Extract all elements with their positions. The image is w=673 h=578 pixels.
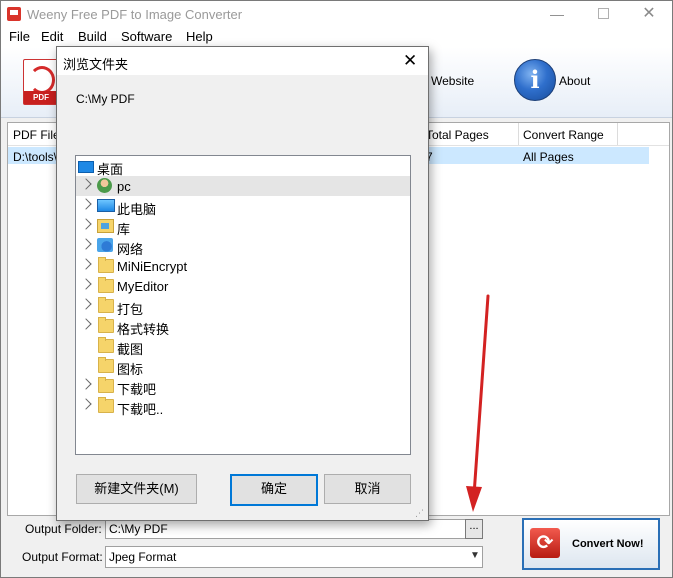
- cell-range: All Pages: [523, 150, 574, 164]
- app-icon: [7, 7, 21, 21]
- column-separator[interactable]: [518, 123, 519, 145]
- output-format-label: Output Format:: [22, 550, 103, 564]
- tree-item-folder[interactable]: MyEditor: [76, 276, 410, 296]
- computer-icon: [97, 199, 115, 212]
- column-total-pages[interactable]: Total Pages: [426, 128, 489, 142]
- close-button[interactable]: ✕: [626, 1, 672, 27]
- menu-edit[interactable]: Edit: [41, 29, 63, 44]
- folder-icon: [98, 277, 114, 293]
- tree-item-folder[interactable]: 截图: [76, 336, 410, 357]
- tree-item-this-pc[interactable]: 此电脑: [76, 196, 410, 217]
- title-bar: Weeny Free PDF to Image Converter — ✕: [1, 1, 672, 27]
- chevron-down-icon: ▼: [470, 550, 480, 561]
- cell-file: D:\tools\: [13, 150, 58, 164]
- tree-item-folder[interactable]: MiNiEncrypt: [76, 256, 410, 276]
- menu-bar: File Edit Build Software Help: [1, 27, 672, 47]
- chevron-right-icon[interactable]: [80, 258, 92, 270]
- cancel-button[interactable]: 取消: [324, 474, 411, 504]
- browse-folder-button[interactable]: ...: [465, 519, 483, 539]
- menu-file[interactable]: File: [9, 29, 30, 44]
- tree-item-folder[interactable]: 下载吧: [76, 376, 410, 397]
- desktop-icon: [78, 161, 94, 173]
- dialog-close-button[interactable]: ✕: [403, 51, 417, 71]
- menu-help[interactable]: Help: [186, 29, 213, 44]
- convert-label: Convert Now!: [572, 538, 644, 550]
- about-button[interactable]: About: [559, 74, 590, 88]
- tree-item-desktop[interactable]: 桌面: [76, 156, 410, 177]
- tree-item-folder[interactable]: 图标: [76, 356, 410, 377]
- resize-grip-icon[interactable]: ⋰: [415, 508, 425, 518]
- output-folder-input[interactable]: C:\My PDF: [105, 519, 467, 539]
- column-separator[interactable]: [617, 123, 618, 145]
- maximize-button[interactable]: [580, 1, 626, 27]
- arrow-shaft: [472, 294, 490, 497]
- folder-icon: [98, 317, 114, 333]
- chevron-right-icon[interactable]: [80, 398, 92, 410]
- arrow-head: [466, 486, 482, 512]
- library-icon: [97, 219, 114, 233]
- output-format-select[interactable]: Jpeg Format ▼: [105, 546, 483, 568]
- chevron-right-icon[interactable]: [80, 278, 92, 290]
- minimize-button[interactable]: —: [534, 1, 580, 27]
- browse-folder-dialog: 浏览文件夹 ✕ C:\My PDF 桌面 pc 此电脑 库 网络 MiNiEnc…: [56, 46, 429, 521]
- add-pdf-icon[interactable]: PDF: [23, 59, 59, 105]
- folder-icon: [98, 357, 114, 373]
- tree-item-label: MiNiEncrypt: [117, 259, 188, 274]
- folder-icon: [98, 257, 114, 273]
- tree-item-label: 下载吧..: [117, 402, 164, 417]
- chevron-right-icon[interactable]: [80, 178, 92, 190]
- tree-item-pc[interactable]: pc: [76, 176, 410, 196]
- tree-item-network[interactable]: 网络: [76, 236, 410, 257]
- folder-icon: [98, 377, 114, 393]
- user-icon: [97, 178, 112, 193]
- chevron-right-icon[interactable]: [80, 318, 92, 330]
- tree-item-label: MyEditor: [117, 279, 169, 294]
- annotation-arrow: [466, 294, 490, 512]
- menu-software[interactable]: Software: [121, 29, 172, 44]
- network-icon: [97, 238, 113, 252]
- info-glyph: i: [530, 65, 540, 94]
- chevron-right-icon[interactable]: [80, 218, 92, 230]
- menu-build[interactable]: Build: [78, 29, 107, 44]
- selected-path: C:\My PDF: [76, 92, 135, 106]
- chevron-right-icon[interactable]: [80, 198, 92, 210]
- folder-icon: [98, 337, 114, 353]
- column-convert-range[interactable]: Convert Range: [523, 128, 604, 142]
- chevron-right-icon[interactable]: [80, 378, 92, 390]
- convert-icon: ⟳: [530, 528, 560, 558]
- website-button[interactable]: Website: [431, 74, 474, 88]
- tree-item-folder[interactable]: 格式转换: [76, 316, 410, 337]
- about-icon[interactable]: i: [514, 59, 556, 101]
- dialog-title: 浏览文件夹: [63, 57, 129, 72]
- output-folder-value: C:\My PDF: [109, 522, 168, 536]
- pdf-icon-label: PDF: [24, 91, 58, 104]
- chevron-right-icon[interactable]: [80, 238, 92, 250]
- folder-tree[interactable]: 桌面 pc 此电脑 库 网络 MiNiEncrypt MyEditor 打包 格…: [75, 155, 411, 455]
- tree-item-label: pc: [117, 179, 131, 194]
- output-folder-label: Output Folder:: [25, 522, 102, 536]
- maximize-icon: [597, 8, 609, 20]
- new-folder-button[interactable]: 新建文件夹(M): [76, 474, 197, 504]
- convert-now-button[interactable]: ⟳ Convert Now!: [522, 518, 660, 570]
- dialog-title-bar: 浏览文件夹 ✕: [57, 47, 428, 75]
- tree-item-folder[interactable]: 打包: [76, 296, 410, 317]
- folder-icon: [98, 397, 114, 413]
- tree-item-folder[interactable]: 下载吧..: [76, 396, 410, 417]
- folder-icon: [98, 297, 114, 313]
- ok-button[interactable]: 确定: [230, 474, 318, 506]
- tree-item-library[interactable]: 库: [76, 216, 410, 237]
- window-title: Weeny Free PDF to Image Converter: [27, 7, 243, 22]
- chevron-right-icon[interactable]: [80, 298, 92, 310]
- output-format-value: Jpeg Format: [109, 550, 177, 564]
